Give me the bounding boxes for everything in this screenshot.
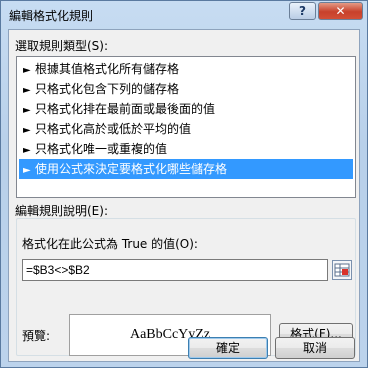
arrow-right-icon: ► — [23, 165, 31, 176]
formula-input[interactable]: =$B3<>$B2 — [22, 259, 328, 281]
dialog-body: 選取規則類型(S): ► 根據其值格式化所有儲存格 ► 只格式化包含下列的儲存格 ►… — [8, 29, 360, 362]
edit-rule-dialog: 編輯格式化規則 ? ✕ 選取規則類型(S): ► 根據其值格式化所有儲存格 ► 只格… — [0, 0, 368, 368]
arrow-right-icon: ► — [23, 85, 31, 96]
cell-reference-button[interactable] — [332, 260, 352, 280]
help-button[interactable]: ? — [289, 2, 316, 20]
rule-type-item[interactable]: ► 只格式化包含下列的儲存格 — [19, 79, 353, 99]
cancel-button[interactable]: 取消 — [275, 337, 355, 359]
rule-type-item-selected[interactable]: ► 使用公式來決定要格式化哪些儲存格 — [19, 159, 353, 179]
rule-type-item[interactable]: ► 只格式化高於或低於平均的值 — [19, 119, 353, 139]
rule-type-list[interactable]: ► 根據其值格式化所有儲存格 ► 只格式化包含下列的儲存格 ► 只格式化排在最前面或最… — [16, 56, 356, 198]
dialog-title: 編輯格式化規則 — [9, 9, 94, 23]
title-bar: 編輯格式化規則 ? ✕ — [1, 1, 367, 29]
rule-type-item[interactable]: ► 根據其值格式化所有儲存格 — [19, 59, 353, 79]
arrow-right-icon: ► — [23, 65, 31, 76]
rule-type-item[interactable]: ► 只格式化排在最前面或最後面的值 — [19, 99, 353, 119]
close-button[interactable]: ✕ — [318, 2, 363, 20]
rule-type-item[interactable]: ► 只格式化唯一或重複的值 — [19, 139, 353, 159]
formula-label: 格式化在此公式為 True 的值(O): — [22, 237, 198, 251]
rule-description-label: 編輯規則說明(E): — [15, 204, 108, 218]
rule-description-group: 格式化在此公式為 True 的值(O): =$B3<>$B2 預覽: AaBbC… — [16, 218, 356, 356]
ok-button[interactable]: 確定 — [188, 337, 268, 359]
arrow-right-icon: ► — [23, 145, 31, 156]
rule-type-label: 選取規則類型(S): — [15, 39, 109, 53]
range-select-icon — [334, 263, 350, 277]
arrow-right-icon: ► — [23, 125, 31, 136]
arrow-right-icon: ► — [23, 105, 31, 116]
preview-label: 預覽: — [22, 329, 51, 343]
